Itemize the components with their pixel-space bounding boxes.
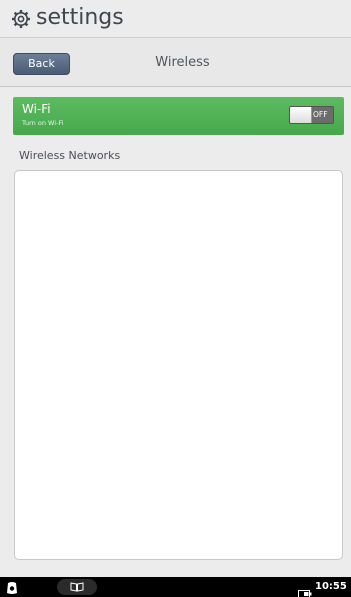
gear-icon (11, 9, 31, 29)
page-title: Wireless (155, 55, 210, 70)
system-status-bar: 10:55 (0, 577, 351, 597)
wifi-toggle[interactable]: OFF (289, 106, 334, 124)
home-icon[interactable] (5, 580, 19, 594)
wifi-label: Wi-Fi (22, 102, 51, 116)
section-label-wireless-networks: Wireless Networks (19, 149, 121, 162)
toggle-knob (290, 107, 312, 123)
app-title-bar: settings (0, 0, 351, 38)
screen-header: Back Wireless (0, 38, 351, 87)
toggle-state-label: OFF (313, 110, 328, 119)
app-title: settings (36, 5, 124, 30)
settings-app: settings Back Wireless Wi-Fi Turn on Wi-… (0, 0, 351, 597)
library-button[interactable] (57, 579, 97, 595)
wifi-setting-row[interactable]: Wi-Fi Turn on Wi-Fi OFF (13, 97, 344, 135)
wireless-networks-list (14, 170, 343, 560)
book-icon (70, 582, 84, 592)
clock-time: 10:55 (315, 581, 347, 592)
wifi-sublabel: Turn on Wi-Fi (22, 119, 64, 127)
battery-icon (298, 583, 312, 597)
